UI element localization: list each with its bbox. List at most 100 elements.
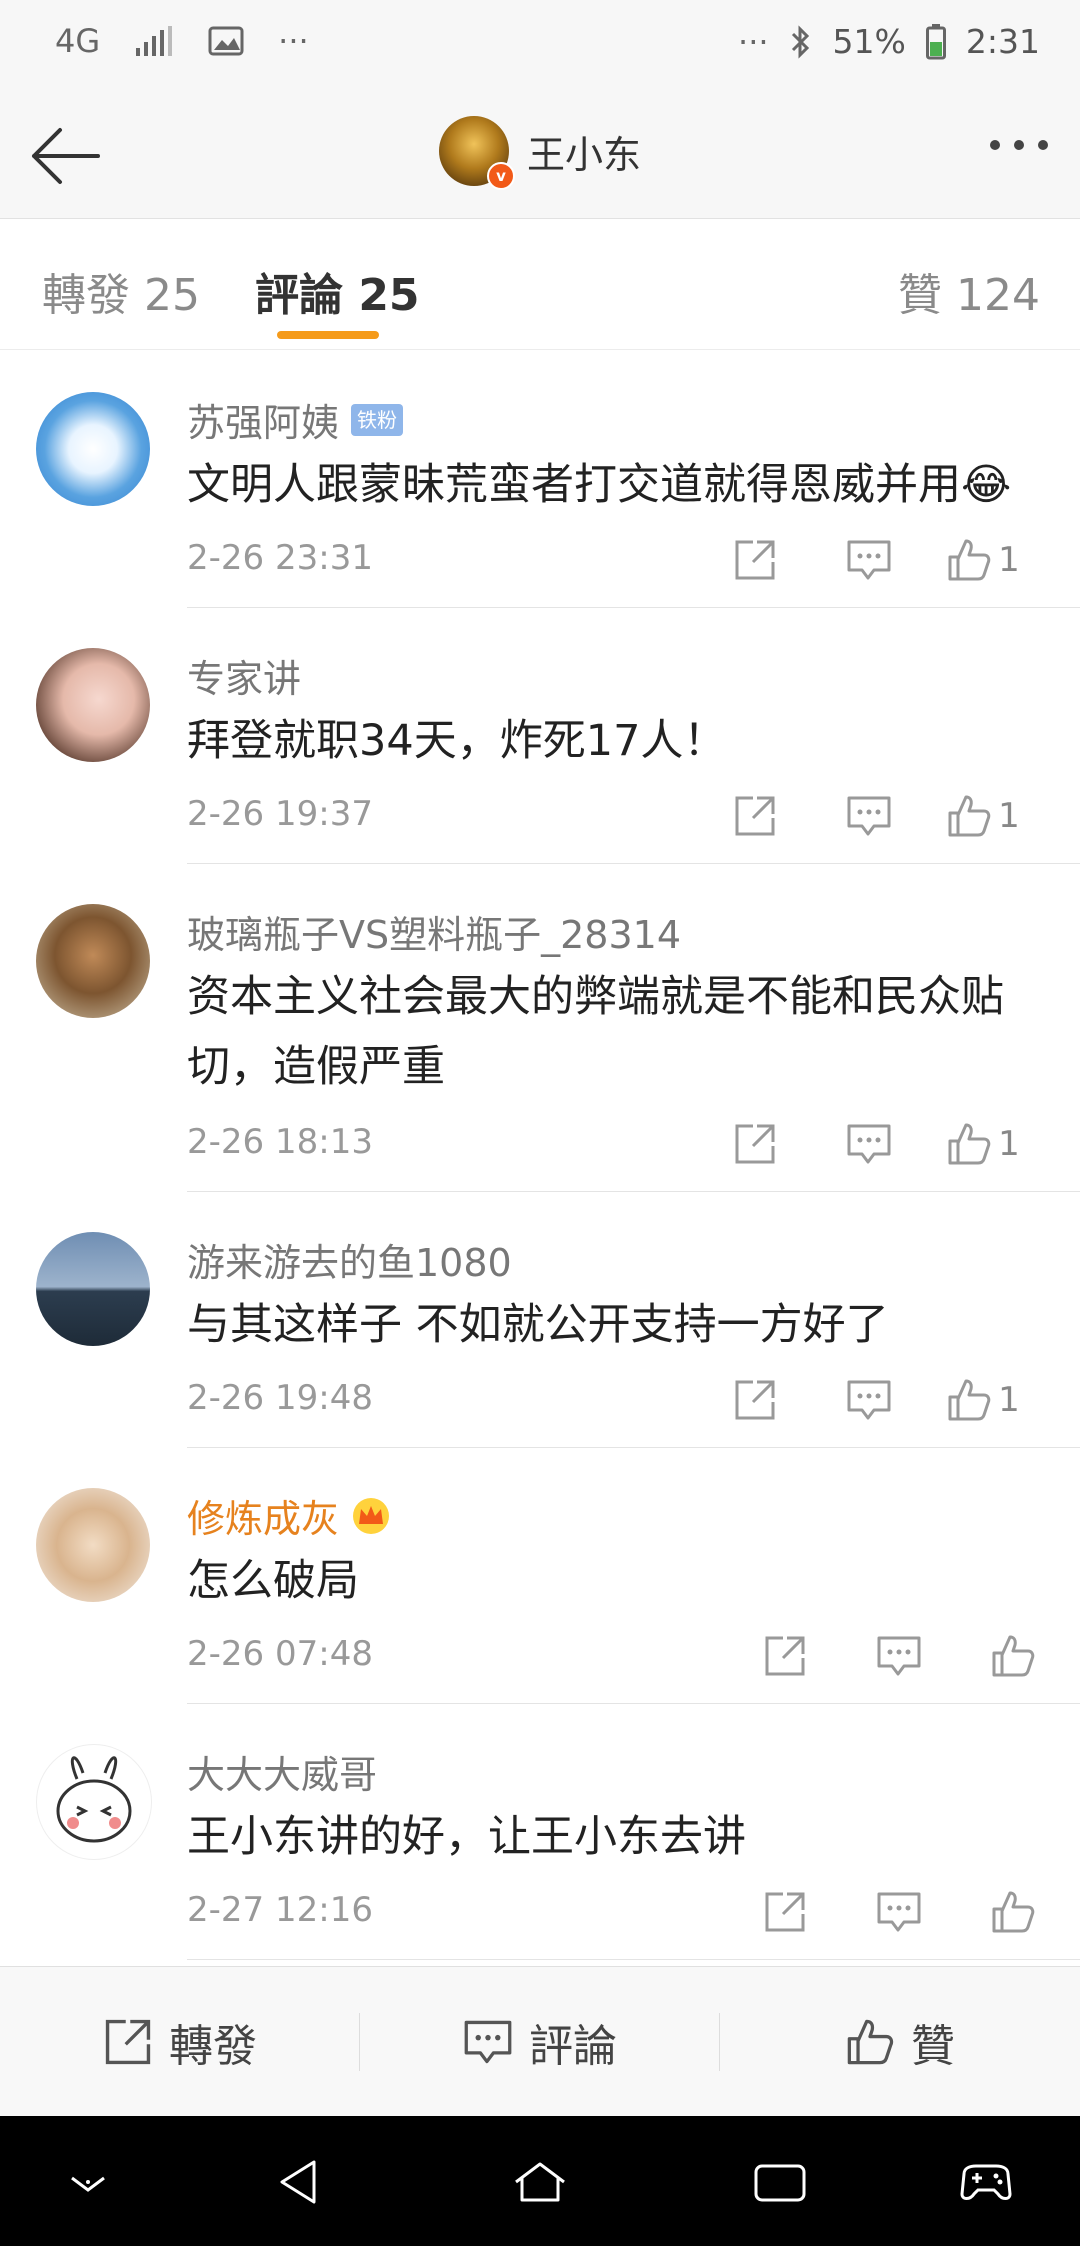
comment-author[interactable]: 修炼成灰 <box>187 1488 339 1543</box>
repost-label: 轉發 <box>169 2021 257 2072</box>
repost-icon[interactable] <box>728 1628 842 1684</box>
comment-actions <box>728 1628 1070 1684</box>
tab-comments[interactable]: 評論 25 <box>255 259 420 323</box>
comment-text: 资本主义社会最大的弊端就是不能和民众贴切，造假严重 <box>187 972 1004 1092</box>
home-icon[interactable] <box>510 2152 570 2212</box>
tab-repost[interactable]: 轉發 25 <box>42 259 200 323</box>
avatar[interactable] <box>36 648 150 762</box>
fan-badge: 铁粉 <box>351 403 404 436</box>
crown-icon <box>353 1497 390 1534</box>
notification-dots: ··· <box>278 22 309 60</box>
comment-actions: 1 <box>698 788 1040 844</box>
like-count: 1 <box>998 540 1020 580</box>
comment-text: 文明人跟蒙昧荒蛮者打交道就得恩威并用😂 <box>187 460 1012 510</box>
more-options-icon[interactable] <box>990 140 1048 150</box>
repost-icon[interactable] <box>698 788 812 844</box>
comment-time: 2-26 07:48 <box>187 1634 373 1674</box>
comment-button[interactable]: 評論 <box>360 1967 720 2117</box>
comment-time: 2-26 19:37 <box>187 794 373 834</box>
avatar[interactable]: v <box>438 116 515 190</box>
comment-author[interactable]: 玻璃瓶子VS塑料瓶子_28314 <box>187 904 681 959</box>
comment-label: 評論 <box>529 2021 617 2072</box>
chevron-down-icon[interactable] <box>58 2152 118 2212</box>
comment-author[interactable]: 大大大威哥 <box>187 1744 377 1799</box>
repost-icon[interactable] <box>698 1372 812 1428</box>
system-navigation-bar <box>0 2116 1080 2246</box>
signal-bars-icon <box>136 26 173 56</box>
network-type: 4G <box>55 22 101 60</box>
reply-icon[interactable] <box>812 532 926 588</box>
bottom-action-bar: 轉發 評論 贊 <box>0 1966 1080 2117</box>
like-count: 1 <box>998 1380 1020 1420</box>
active-tab-indicator <box>277 331 379 339</box>
avatar[interactable] <box>36 904 150 1018</box>
notification-dots-right: ··· <box>738 22 769 61</box>
like-button[interactable]: 贊 <box>720 1967 1080 2117</box>
bluetooth-icon <box>791 24 809 59</box>
repost-button[interactable]: 轉發 <box>0 1967 360 2117</box>
comment-item: 大大大威哥 王小东讲的好，让王小东去讲 2-27 12:16 <box>0 1704 1080 1960</box>
comment-actions: 1 <box>698 1372 1040 1428</box>
thumbs-up-icon <box>948 1123 991 1165</box>
reply-icon[interactable] <box>812 788 926 844</box>
comment-icon <box>464 2020 512 2064</box>
comment-item: 修炼成灰 怎么破局 2-26 07:48 <box>0 1448 1080 1704</box>
avatar[interactable] <box>36 392 150 506</box>
back-triangle-icon[interactable] <box>270 2152 330 2212</box>
page-title: 王小东 <box>526 132 641 177</box>
comment-actions: 1 <box>698 532 1040 588</box>
comment-item: 玻璃瓶子VS塑料瓶子_28314 资本主义社会最大的弊端就是不能和民众贴切，造假… <box>0 864 1080 1192</box>
thumbs-up-icon <box>948 795 991 837</box>
repost-icon[interactable] <box>698 532 812 588</box>
comment-text: 拜登就职34天，炸死17人！ <box>187 716 727 766</box>
like-button[interactable] <box>956 1884 1070 1940</box>
comment-time: 2-26 18:13 <box>187 1122 373 1162</box>
repost-icon[interactable] <box>698 1116 812 1172</box>
comment-time: 2-26 23:31 <box>187 538 373 578</box>
status-bar: 4G ··· ··· 51% 2:31 <box>0 0 1080 92</box>
thumbs-up-icon <box>992 1635 1035 1677</box>
divider <box>187 1959 1080 1960</box>
reply-icon[interactable] <box>812 1372 926 1428</box>
clock: 2:31 <box>965 22 1040 61</box>
comment-list: 苏强阿姨 铁粉 文明人跟蒙昧荒蛮者打交道就得恩威并用😂 2-26 23:31 1… <box>0 352 1080 1960</box>
reply-icon[interactable] <box>812 1116 926 1172</box>
avatar[interactable] <box>36 1744 152 1860</box>
reply-icon[interactable] <box>842 1884 956 1940</box>
like-button[interactable]: 1 <box>926 532 1040 588</box>
tab-likes[interactable]: 贊 124 <box>898 259 1040 323</box>
rabbit-avatar-icon <box>56 1756 132 1843</box>
game-controller-icon[interactable] <box>956 2152 1016 2212</box>
like-button[interactable]: 1 <box>926 1116 1040 1172</box>
comment-text: 与其这样子 不如就公开支持一方好了 <box>187 1300 889 1350</box>
comment-actions: 1 <box>698 1116 1040 1172</box>
thumbs-up-icon <box>992 1891 1035 1933</box>
header-user[interactable]: v 王小东 <box>0 116 1080 190</box>
avatar[interactable] <box>36 1232 150 1346</box>
comment-time: 2-27 12:16 <box>187 1890 373 1930</box>
comment-author[interactable]: 专家讲 <box>187 648 301 703</box>
repost-icon <box>105 2019 151 2065</box>
like-label: 贊 <box>911 2021 955 2072</box>
comment-author[interactable]: 游来游去的鱼1080 <box>187 1232 512 1287</box>
repost-icon[interactable] <box>728 1884 842 1940</box>
image-icon <box>208 26 244 56</box>
comment-item: 游来游去的鱼1080 与其这样子 不如就公开支持一方好了 2-26 19:48 … <box>0 1192 1080 1448</box>
like-button[interactable]: 1 <box>926 788 1040 844</box>
like-button[interactable] <box>956 1628 1070 1684</box>
comment-text: 王小东讲的好，让王小东去讲 <box>187 1812 746 1862</box>
comment-item: 专家讲 拜登就职34天，炸死17人！ 2-26 19:37 1 <box>0 608 1080 864</box>
comment-actions <box>728 1884 1070 1940</box>
comment-author[interactable]: 苏强阿姨 <box>187 392 339 447</box>
recent-apps-icon[interactable] <box>750 2152 810 2212</box>
top-navigation-bar: v 王小东 <box>0 92 1080 219</box>
comment-item: 苏强阿姨 铁粉 文明人跟蒙昧荒蛮者打交道就得恩威并用😂 2-26 23:31 1 <box>0 352 1080 608</box>
avatar[interactable] <box>36 1488 150 1602</box>
like-count: 1 <box>998 1124 1020 1164</box>
reply-icon[interactable] <box>842 1628 956 1684</box>
thumbs-up-icon <box>948 539 991 581</box>
like-button[interactable]: 1 <box>926 1372 1040 1428</box>
verified-badge-icon: v <box>486 162 515 190</box>
thumbs-up-icon <box>948 1379 991 1421</box>
like-count: 1 <box>998 796 1020 836</box>
